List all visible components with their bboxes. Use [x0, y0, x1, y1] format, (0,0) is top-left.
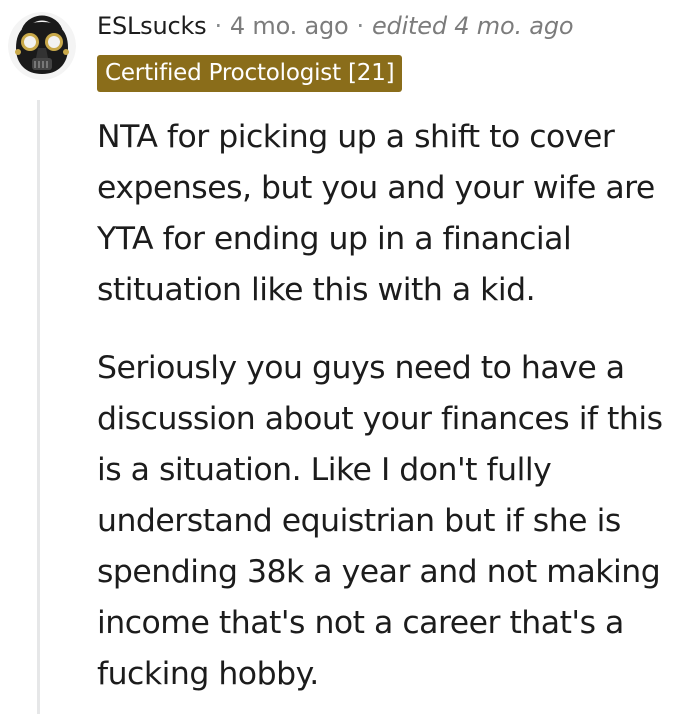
user-avatar[interactable]	[8, 12, 76, 80]
edited-label: edited 4 mo. ago	[371, 12, 574, 40]
comment-paragraph: NTA for picking up a shift to cover expe…	[97, 119, 655, 308]
thread-collapse-line[interactable]	[37, 100, 40, 714]
timestamp-link[interactable]: 4 mo. ago	[230, 12, 349, 40]
meta-separator: ·	[356, 12, 365, 40]
comment-body: NTA for picking up a shift to cover expe…	[97, 112, 692, 714]
user-flair-badge: Certified Proctologist [21]	[97, 55, 403, 92]
gas-mask-avatar-icon	[8, 12, 76, 80]
username-link[interactable]: ESLsucks	[97, 12, 207, 40]
comment-meta: ESLsucks · 4 mo. ago · edited 4 mo. ago	[97, 6, 574, 46]
comment: ESLsucks · 4 mo. ago · edited 4 mo. ago …	[0, 0, 700, 714]
comment-paragraph: Seriously you guys need to have a discus…	[97, 350, 663, 692]
meta-separator: ·	[214, 12, 222, 40]
